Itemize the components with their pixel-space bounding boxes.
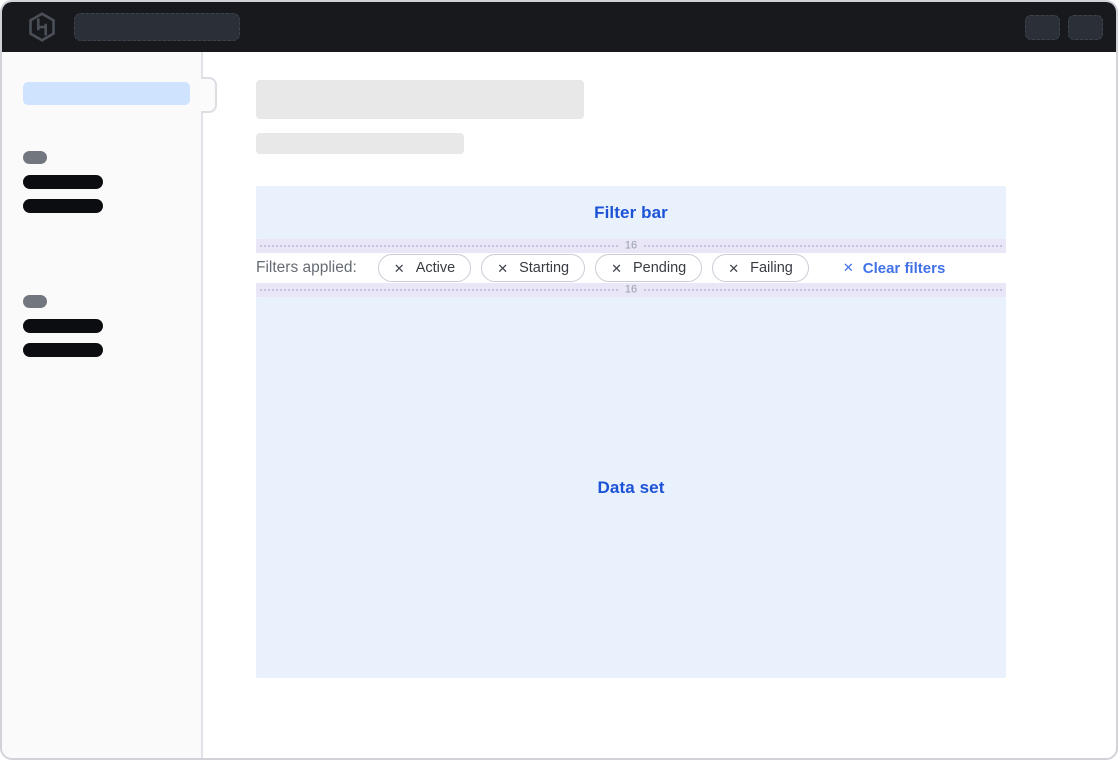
sidebar-selected-item-skeleton[interactable]: [23, 82, 190, 105]
remove-filter-icon[interactable]: ✕: [497, 262, 508, 275]
top-navigation-bar: [2, 2, 1116, 52]
clear-filters-x-icon: ✕: [843, 260, 854, 276]
sidebar-item-skeleton[interactable]: [23, 175, 103, 189]
sidebar-section-label-skeleton-2: [23, 295, 47, 308]
remove-filter-icon[interactable]: ✕: [611, 262, 622, 275]
topbar-action-skeleton-1[interactable]: [1025, 15, 1060, 40]
sidebar-item-skeleton[interactable]: [23, 343, 103, 357]
spacing-value-label: 16: [619, 285, 643, 296]
sidebar-collapse-handle[interactable]: [201, 77, 217, 113]
page-title-skeleton: [256, 80, 584, 119]
spacing-annotation-top: 16: [256, 239, 1006, 253]
page-subtitle-skeleton: [256, 133, 464, 154]
window-body: Filter bar 16 Filters applied: ✕ Active: [2, 52, 1116, 758]
filter-pill-active[interactable]: ✕ Active: [378, 254, 471, 282]
clear-filters-label: Clear filters: [863, 260, 946, 277]
clear-filters-link[interactable]: ✕ Clear filters: [843, 260, 945, 277]
filter-pill-label: Starting: [519, 260, 569, 276]
app-mockup-page: Filter bar 16 Filters applied: ✕ Active: [0, 0, 1118, 760]
sidebar-section-label-skeleton-1: [23, 151, 47, 164]
filters-applied-label: Filters applied:: [256, 259, 357, 277]
filter-pill-starting[interactable]: ✕ Starting: [481, 254, 585, 282]
data-set-zone-label: Data set: [598, 478, 665, 498]
search-input-skeleton[interactable]: [74, 13, 240, 41]
filter-pill-failing[interactable]: ✕ Failing: [712, 254, 809, 282]
remove-filter-icon[interactable]: ✕: [728, 262, 739, 275]
data-set-zone: Data set: [256, 297, 1006, 678]
sidebar: [2, 52, 203, 758]
hashicorp-logo-icon: [27, 12, 57, 42]
filter-pill-label: Active: [416, 260, 456, 276]
spacing-annotation-bottom: 16: [256, 283, 1006, 297]
remove-filter-icon[interactable]: ✕: [394, 262, 405, 275]
topbar-action-skeleton-2[interactable]: [1068, 15, 1103, 40]
main-content: Filter bar 16 Filters applied: ✕ Active: [203, 52, 1116, 758]
filter-pill-pending[interactable]: ✕ Pending: [595, 254, 702, 282]
content-stack: Filter bar 16 Filters applied: ✕ Active: [256, 186, 1006, 678]
filter-pill-label: Failing: [750, 260, 793, 276]
app-window: Filter bar 16 Filters applied: ✕ Active: [0, 0, 1118, 760]
sidebar-item-skeleton[interactable]: [23, 199, 103, 213]
spacing-value-label: 16: [619, 241, 643, 252]
filters-applied-row: Filters applied: ✕ Active ✕ Starting ✕ P…: [256, 253, 1006, 283]
filter-bar-zone-label: Filter bar: [594, 203, 668, 223]
filter-bar-zone: Filter bar: [256, 186, 1006, 239]
filter-pill-label: Pending: [633, 260, 686, 276]
sidebar-item-skeleton[interactable]: [23, 319, 103, 333]
